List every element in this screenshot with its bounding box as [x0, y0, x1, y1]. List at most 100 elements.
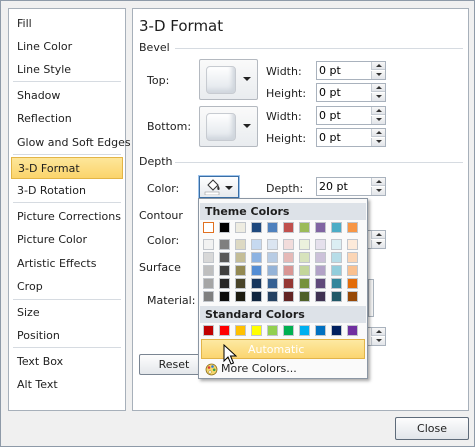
color-swatch[interactable] [315, 291, 326, 302]
color-swatch[interactable] [235, 252, 246, 263]
color-swatch[interactable] [203, 265, 214, 276]
sidebar-item-artistic-effects[interactable]: Artistic Effects [11, 253, 123, 275]
color-swatch[interactable] [219, 239, 230, 250]
color-swatch[interactable] [267, 252, 278, 263]
decrement-button[interactable] [371, 116, 385, 124]
bevel-bottom-button[interactable] [199, 106, 258, 147]
sidebar-item-fill[interactable]: Fill [11, 13, 123, 35]
color-swatch[interactable] [283, 291, 294, 302]
color-swatch[interactable] [251, 222, 262, 233]
decrement-button[interactable] [371, 138, 385, 146]
bottom-height-input[interactable] [319, 130, 367, 145]
color-swatch[interactable] [251, 278, 262, 289]
sidebar-item-picture-color[interactable]: Picture Color [11, 229, 123, 251]
color-swatch[interactable] [203, 222, 214, 233]
color-swatch[interactable] [219, 325, 230, 336]
increment-button[interactable] [371, 178, 385, 186]
increment-button[interactable] [371, 129, 385, 137]
color-swatch[interactable] [283, 239, 294, 250]
color-swatch[interactable] [219, 291, 230, 302]
sidebar-item-shadow[interactable]: Shadow [11, 85, 123, 107]
sidebar-item-alt-text[interactable]: Alt Text [11, 374, 123, 396]
decrement-button[interactable] [371, 71, 385, 79]
decrement-button[interactable] [371, 187, 385, 195]
color-swatch[interactable] [267, 265, 278, 276]
decrement-button[interactable] [371, 240, 385, 248]
sidebar-item-picture-corrections[interactable]: Picture Corrections [11, 206, 123, 228]
lighting-dropdown-edge[interactable] [368, 279, 374, 317]
sidebar-item-glow-and-soft-edges[interactable]: Glow and Soft Edges [11, 132, 131, 154]
color-swatch[interactable] [299, 291, 310, 302]
top-width-input[interactable] [319, 63, 367, 78]
color-swatch[interactable] [331, 291, 342, 302]
color-swatch[interactable] [219, 222, 230, 233]
color-swatch[interactable] [235, 239, 246, 250]
depth-input[interactable] [319, 179, 367, 194]
sidebar-item-line-color[interactable]: Line Color [11, 36, 123, 58]
color-swatch[interactable] [203, 239, 214, 250]
color-swatch[interactable] [251, 252, 262, 263]
decrement-button[interactable] [371, 337, 385, 345]
color-swatch[interactable] [235, 291, 246, 302]
bevel-top-button[interactable] [199, 59, 258, 100]
color-swatch[interactable] [347, 222, 358, 233]
depth-spinner[interactable] [316, 177, 386, 196]
top-height-input[interactable] [319, 85, 367, 100]
color-swatch[interactable] [347, 278, 358, 289]
increment-button[interactable] [371, 107, 385, 115]
bottom-width-input[interactable] [319, 108, 367, 123]
color-swatch[interactable] [267, 291, 278, 302]
color-swatch[interactable] [203, 278, 214, 289]
decrement-button[interactable] [371, 93, 385, 101]
color-swatch[interactable] [283, 222, 294, 233]
color-swatch[interactable] [299, 278, 310, 289]
color-swatch[interactable] [283, 252, 294, 263]
color-swatch[interactable] [267, 325, 278, 336]
color-swatch[interactable] [219, 265, 230, 276]
color-swatch[interactable] [331, 265, 342, 276]
color-swatch[interactable] [283, 278, 294, 289]
color-swatch[interactable] [267, 239, 278, 250]
sidebar-item-text-box[interactable]: Text Box [11, 351, 123, 373]
color-swatch[interactable] [283, 325, 294, 336]
depth-color-button[interactable] [199, 176, 239, 198]
color-swatch[interactable] [267, 222, 278, 233]
increment-button[interactable] [371, 231, 385, 239]
color-swatch[interactable] [315, 278, 326, 289]
color-swatch[interactable] [347, 291, 358, 302]
increment-button[interactable] [371, 328, 385, 336]
color-swatch[interactable] [203, 325, 214, 336]
color-swatch[interactable] [331, 222, 342, 233]
top-height-spinner[interactable] [316, 83, 386, 102]
color-swatch[interactable] [251, 265, 262, 276]
color-swatch[interactable] [267, 278, 278, 289]
close-button[interactable]: Close [395, 417, 469, 440]
color-swatch[interactable] [219, 278, 230, 289]
sidebar-item-reflection[interactable]: Reflection [11, 108, 123, 130]
color-swatch[interactable] [299, 252, 310, 263]
color-swatch[interactable] [331, 325, 342, 336]
increment-button[interactable] [371, 84, 385, 92]
color-swatch[interactable] [315, 239, 326, 250]
sidebar-item-3-d-format[interactable]: 3-D Format [11, 157, 123, 179]
color-swatch[interactable] [251, 291, 262, 302]
color-swatch[interactable] [347, 252, 358, 263]
top-width-spinner[interactable] [316, 61, 386, 80]
color-swatch[interactable] [315, 252, 326, 263]
bottom-width-spinner[interactable] [316, 106, 386, 125]
color-swatch[interactable] [299, 222, 310, 233]
color-swatch[interactable] [235, 325, 246, 336]
color-swatch[interactable] [331, 278, 342, 289]
color-swatch[interactable] [347, 265, 358, 276]
color-swatch[interactable] [299, 239, 310, 250]
color-swatch[interactable] [299, 265, 310, 276]
color-swatch[interactable] [347, 239, 358, 250]
color-swatch[interactable] [219, 252, 230, 263]
color-swatch[interactable] [315, 222, 326, 233]
color-swatch[interactable] [235, 278, 246, 289]
color-swatch[interactable] [251, 239, 262, 250]
color-swatch[interactable] [203, 291, 214, 302]
color-swatch[interactable] [315, 325, 326, 336]
increment-button[interactable] [371, 62, 385, 70]
color-swatch[interactable] [299, 325, 310, 336]
